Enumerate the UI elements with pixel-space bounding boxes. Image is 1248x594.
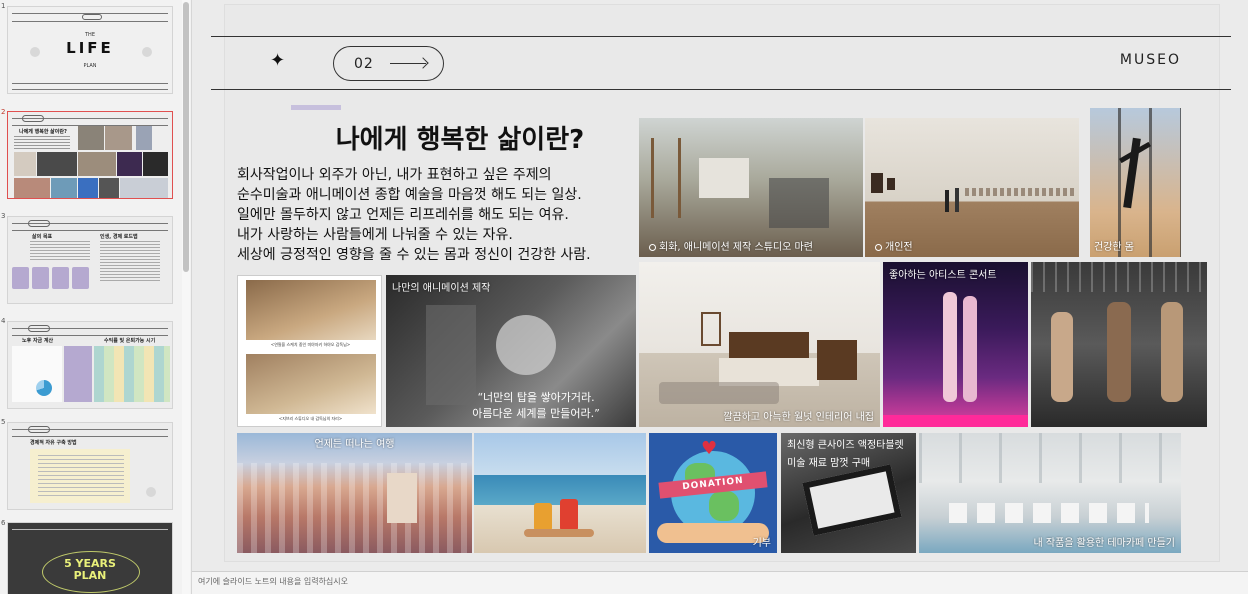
slide-thumbnails-panel: 1 THE LIFE PLAN 2 나에게 행복한 삶이란? 3 삶의 목표 인… — [0, 0, 192, 594]
photo-caption: 언제든 떠나는 여행 — [314, 439, 395, 450]
brand-label: MUSEO — [1119, 52, 1181, 68]
collage-caption: <지브리 스튜디오 내 감독님의 자리> — [278, 416, 343, 421]
photo-concert-2[interactable] — [1031, 262, 1207, 427]
photo-caption: 좋아하는 아티스트 콘서트 — [889, 270, 997, 281]
photo-caption: 나만의 애니메이션 제작 — [392, 283, 491, 294]
photo-animation[interactable]: 나만의 애니메이션 제작 “너만의 탑을 쌓아가거라. 아름다운 세계를 만들어… — [386, 275, 636, 427]
presentation-editor: 1 THE LIFE PLAN 2 나에게 행복한 삶이란? 3 삶의 목표 인… — [0, 0, 1248, 594]
thumbnail-number: 3 — [1, 212, 6, 220]
notes-placeholder: 여기에 슬라이드 노트의 내용을 입력하십시오 — [198, 577, 349, 586]
thumb-heading-right: 수익률 및 은퇴가능 시기 — [104, 338, 156, 344]
photo-caption: 내 작품을 활용한 테마카페 만들기 — [1033, 538, 1175, 549]
photo-health[interactable]: 건강한 몸 — [1090, 108, 1181, 257]
camera-icon — [649, 243, 656, 251]
body-line: 세상에 긍정적인 영향을 줄 수 있는 몸과 정신이 건강한 사람. — [237, 247, 591, 263]
photo-caption: 건강한 몸 — [1094, 242, 1134, 253]
slide-thumbnail-3[interactable]: 삶의 목표 인생, 경제 로드맵 — [7, 216, 173, 304]
photo-collage[interactable]: <연필을 스케치 중인 미야자키 하야오 감독님> <지브리 스튜디오 내 감독… — [237, 275, 382, 427]
slide-thumbnail-1[interactable]: THE LIFE PLAN — [7, 6, 173, 94]
body-line: 순수미술과 애니메이션 종합 예술을 마음껏 해도 되는 일상. — [237, 187, 582, 203]
photo-exhibition[interactable]: 개인전 — [865, 118, 1079, 257]
arrow-right-icon — [390, 63, 426, 64]
thumb-heading-left: 경제적 자유 구축 방법 — [30, 440, 77, 446]
photo-cafe[interactable]: 내 작품을 활용한 테마카페 만들기 — [919, 433, 1181, 553]
photo-beach[interactable] — [474, 433, 646, 553]
thumbnail-number: 6 — [1, 519, 6, 527]
slide-title[interactable]: 나에게 행복한 삶이란? — [295, 119, 625, 156]
photo-caption: 깔끔하고 아늑한 월넛 인테리어 내집 — [723, 412, 874, 423]
collage-caption: <연필을 스케치 중인 미야자키 하야오 감독님> — [270, 342, 351, 347]
photo-caption: 개인전 — [875, 238, 913, 253]
thumbnail-number: 1 — [1, 2, 6, 10]
heart-icon: ♥ — [701, 438, 718, 459]
photo-tablet[interactable]: 최신형 큰사이즈 액정타블렛 미술 재료 맘껏 구매 — [781, 433, 916, 553]
thumb-heading-right: 인생, 경제 로드맵 — [100, 234, 138, 240]
photo-concert-1[interactable]: 좋아하는 아티스트 콘서트 — [883, 262, 1028, 427]
slide-thumbnail-6[interactable]: 5 YEARS PLAN — [7, 522, 173, 594]
thumbnail-number: 5 — [1, 418, 6, 426]
thumb-heading-left: 노후 자금 계산 — [22, 338, 54, 344]
thumbnails-scroll-thumb[interactable] — [183, 2, 189, 272]
body-line: 내가 사랑하는 사람들에게 나눠줄 수 있는 자유. — [237, 227, 513, 243]
slide-canvas-area: ✦ 02 MUSEO 나에게 행복한 삶이란? 회사작업이나 외주가 아닌, 내… — [192, 0, 1248, 571]
slide-thumbnail-4[interactable]: 노후 자금 계산 수익률 및 은퇴가능 시기 — [7, 321, 173, 409]
slide-thumbnail-2[interactable]: 나에게 행복한 삶이란? — [7, 111, 173, 199]
thumbnail-number: 4 — [1, 317, 6, 325]
photo-studio[interactable]: 회화, 애니메이션 제작 스튜디오 마련 — [639, 118, 863, 257]
page-number-pill: 02 — [333, 46, 444, 81]
photo-caption: 회화, 애니메이션 제작 스튜디오 마련 — [649, 238, 813, 253]
thumbnail-number: 2 — [1, 108, 6, 116]
thumb-title: PLAN — [73, 569, 107, 582]
photo-travel[interactable]: 언제든 떠나는 여행 — [237, 433, 472, 553]
thumb-title-small: THE — [85, 32, 95, 38]
bottom-rule — [211, 89, 1231, 90]
thumb-title: 나에게 행복한 삶이란? — [19, 129, 67, 135]
sparkle-icon: ✦ — [270, 50, 286, 71]
camera-icon — [875, 243, 882, 251]
photo-caption: 기부 — [752, 538, 771, 549]
slide-thumbnail-5[interactable]: 경제적 자유 구축 방법 — [7, 422, 173, 510]
thumb-heading-left: 삶의 목표 — [32, 234, 53, 240]
page-number: 02 — [354, 56, 374, 72]
body-line: 회사작업이나 외주가 아닌, 내가 표현하고 싶은 주제의 — [237, 167, 552, 183]
body-line: 일에만 몰두하지 않고 언제든 리프레쉬를 해도 되는 여유. — [237, 207, 569, 223]
top-rule — [211, 36, 1231, 37]
photo-caption: 최신형 큰사이즈 액정타블렛 미술 재료 맘껏 구매 — [787, 440, 904, 469]
photo-interior[interactable]: 깔끔하고 아늑한 월넛 인테리어 내집 — [639, 262, 880, 427]
thumb-subtitle: PLAN — [83, 63, 97, 69]
accent-bar — [291, 105, 341, 110]
quote: “너만의 탑을 쌓아가거라. 아름다운 세계를 만들어라.” — [472, 391, 600, 420]
slide-canvas[interactable]: ✦ 02 MUSEO 나에게 행복한 삶이란? 회사작업이나 외주가 아닌, 내… — [211, 4, 1231, 562]
photo-donation[interactable]: DONATION ♥ 기부 — [649, 433, 777, 553]
body-text[interactable]: 회사작업이나 외주가 아닌, 내가 표현하고 싶은 주제의 순수미술과 애니메이… — [237, 165, 637, 265]
slide-notes-pane[interactable]: 여기에 슬라이드 노트의 내용을 입력하십시오 — [192, 571, 1248, 594]
